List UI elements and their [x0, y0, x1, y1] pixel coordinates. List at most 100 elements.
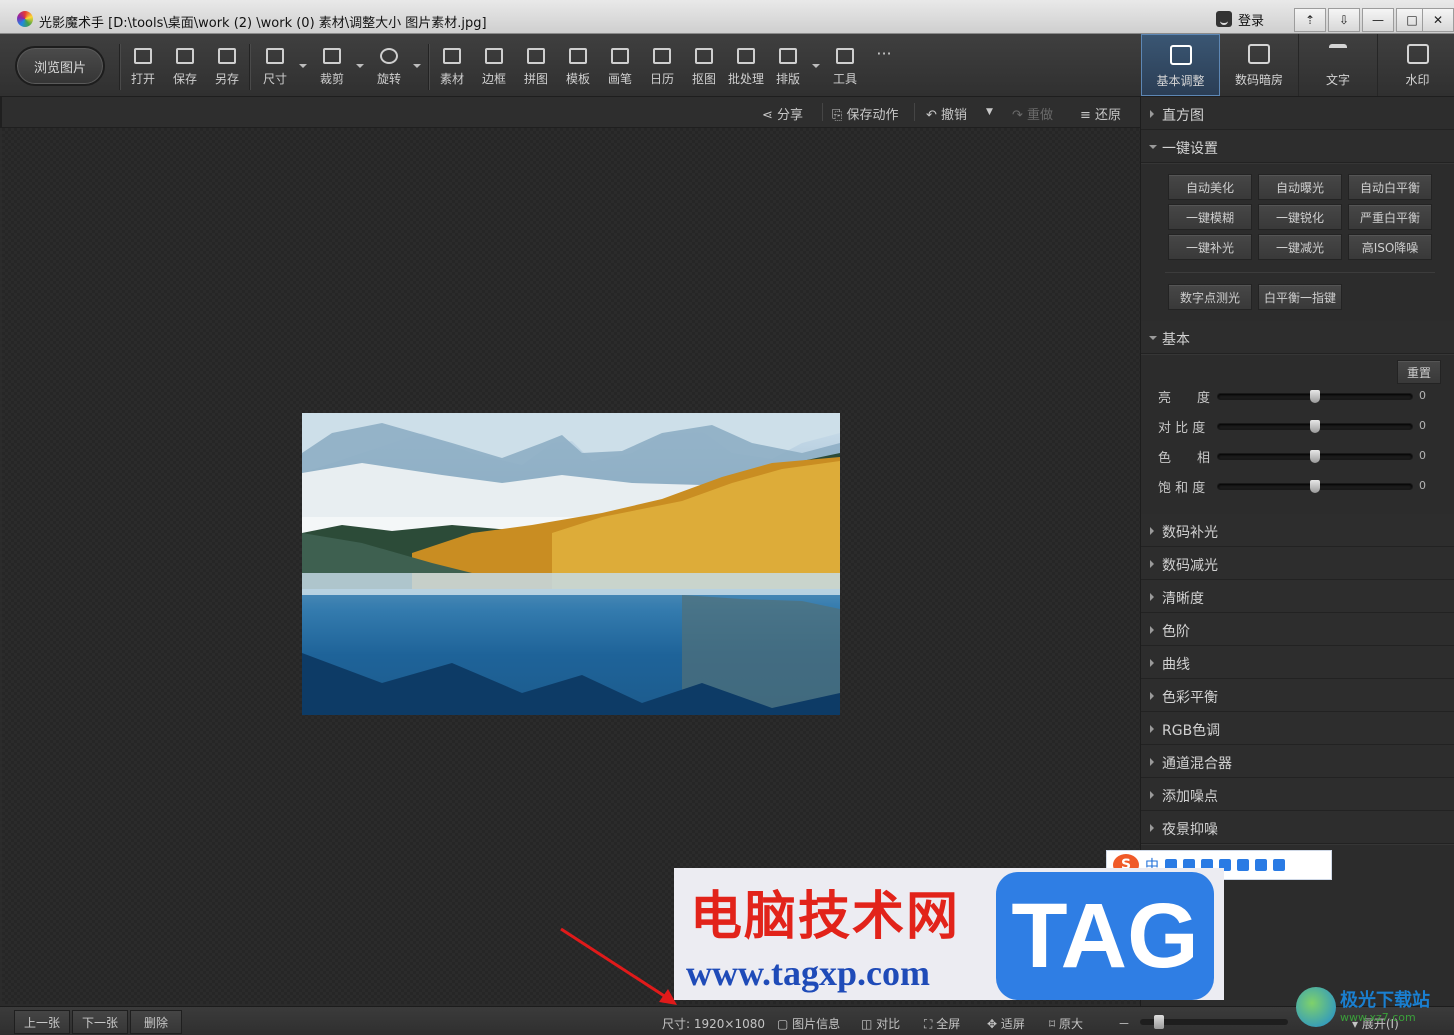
white-balance-picker-button[interactable]: 白平衡一指键 — [1258, 284, 1342, 310]
section-digital-reduce-light[interactable]: 数码减光 — [1141, 547, 1454, 580]
rotate-dropdown-icon[interactable] — [413, 64, 421, 68]
close-button[interactable]: ✕ — [1422, 8, 1454, 32]
save-button[interactable]: 保存 — [165, 48, 205, 88]
reset-button[interactable]: 重置 — [1397, 360, 1441, 384]
material-button[interactable]: 素材 — [432, 48, 472, 88]
saturation-slider[interactable] — [1217, 480, 1413, 493]
section-color-balance[interactable]: 色彩平衡 — [1141, 679, 1454, 712]
section-histogram[interactable]: 直方图 — [1141, 97, 1454, 130]
resize-dropdown-icon[interactable] — [299, 64, 307, 68]
one-click-blur-button[interactable]: 一键模糊 — [1168, 204, 1252, 230]
calendar-button[interactable]: 日历 — [642, 48, 682, 88]
compare-label: 对比 — [876, 1017, 901, 1031]
collage-button[interactable]: 拼图 — [516, 48, 556, 88]
prev-image-button[interactable]: 上一张 — [14, 1010, 70, 1034]
section-one-click[interactable]: 一键设置 — [1141, 130, 1454, 163]
slider-thumb[interactable] — [1310, 450, 1320, 463]
batch-label: 批处理 — [727, 72, 764, 86]
brush-button[interactable]: 画笔 — [600, 48, 640, 88]
one-click-reduce-light-button[interactable]: 一键减光 — [1258, 234, 1342, 260]
section-clarity[interactable]: 清晰度 — [1141, 580, 1454, 613]
section-digital-fill-light[interactable]: 数码补光 — [1141, 514, 1454, 547]
slider-thumb[interactable] — [1310, 480, 1320, 493]
cutout-button[interactable]: 抠图 — [684, 48, 724, 88]
redo-button[interactable]: ↷ 重做 — [1012, 104, 1053, 123]
section-rgb-tone[interactable]: RGB色调 — [1141, 712, 1454, 745]
tools-button[interactable]: 工具 — [825, 48, 865, 88]
slider-thumb[interactable] — [1310, 390, 1320, 403]
zoom-out-button[interactable]: － — [1118, 1015, 1130, 1032]
undo-button[interactable]: ↶ 撤销 — [926, 104, 967, 123]
one-click-sharpen-button[interactable]: 一键锐化 — [1258, 204, 1342, 230]
tab-basic-adjust[interactable]: 基本调整 — [1141, 34, 1220, 96]
original-size-button[interactable]: ⌑ 原大 — [1049, 1015, 1083, 1032]
zoom-slider[interactable] — [1140, 1015, 1288, 1029]
skin-button[interactable]: ⇡ — [1294, 8, 1326, 32]
restore-button[interactable]: ≡ 还原 — [1080, 104, 1121, 123]
spot-metering-button[interactable]: 数字点测光 — [1168, 284, 1252, 310]
high-iso-denoise-button[interactable]: 高ISO降噪 — [1348, 234, 1432, 260]
game-icon[interactable] — [1237, 859, 1249, 871]
layout-button[interactable]: 排版 — [768, 48, 808, 88]
restore-label: 还原 — [1095, 108, 1122, 123]
browse-images-button[interactable]: 浏览图片 — [15, 46, 105, 86]
cutout-icon — [695, 48, 713, 64]
open-button[interactable]: 打开 — [123, 48, 163, 88]
fullscreen-button[interactable]: ⛶ 全屏 — [924, 1015, 960, 1032]
section-channel-mixer[interactable]: 通道混合器 — [1141, 745, 1454, 778]
zoom-slider-thumb[interactable] — [1153, 1015, 1164, 1029]
calendar-icon — [653, 48, 671, 64]
compare-button[interactable]: ◫ 对比 — [861, 1015, 900, 1032]
fullscreen-icon: ⛶ — [924, 1017, 937, 1031]
tab-watermark[interactable]: 水印 — [1378, 34, 1454, 96]
brightness-slider[interactable] — [1217, 390, 1413, 403]
menu-button[interactable]: ⇩ — [1328, 8, 1360, 32]
restore-icon: ≡ — [1080, 108, 1096, 123]
image-info-button[interactable]: ▢ 图片信息 — [777, 1015, 840, 1032]
crop-dropdown-icon[interactable] — [356, 64, 364, 68]
expand-arrow-icon — [1150, 692, 1154, 700]
hue-slider[interactable] — [1217, 450, 1413, 463]
auto-enhance-button[interactable]: 自动美化 — [1168, 174, 1252, 200]
border-button[interactable]: 边框 — [474, 48, 514, 88]
layout-dropdown-icon[interactable] — [812, 64, 820, 68]
tab-text[interactable]: 文字 — [1299, 34, 1378, 96]
auto-exposure-button[interactable]: 自动曝光 — [1258, 174, 1342, 200]
share-button[interactable]: ⋖ 分享 — [762, 104, 803, 123]
resize-button[interactable]: 尺寸 — [255, 48, 295, 88]
section-title: 曲线 — [1162, 657, 1190, 673]
section-night-denoise[interactable]: 夜景抑噪 — [1141, 811, 1454, 844]
save-as-icon — [218, 48, 236, 64]
one-click-fill-light-button[interactable]: 一键补光 — [1168, 234, 1252, 260]
crop-button[interactable]: 裁剪 — [312, 48, 352, 88]
next-image-button[interactable]: 下一张 — [72, 1010, 128, 1034]
section-basic[interactable]: 基本 — [1141, 321, 1454, 354]
settings-icon[interactable] — [1273, 859, 1285, 871]
slider-thumb[interactable] — [1310, 420, 1320, 433]
section-title: 清晰度 — [1162, 591, 1204, 607]
tab-darkroom[interactable]: 数码暗房 — [1220, 34, 1299, 96]
more-tools-button[interactable]: ··· — [864, 44, 904, 84]
template-button[interactable]: 模板 — [558, 48, 598, 88]
delete-image-button[interactable]: 删除 — [130, 1010, 182, 1034]
section-add-noise[interactable]: 添加噪点 — [1141, 778, 1454, 811]
auto-white-balance-button[interactable]: 自动白平衡 — [1348, 174, 1432, 200]
rotate-button[interactable]: 旋转 — [369, 48, 409, 88]
severe-white-balance-button[interactable]: 严重白平衡 — [1348, 204, 1432, 230]
site-url: www.xz7.com — [1340, 1010, 1416, 1024]
section-title: 一键设置 — [1162, 141, 1218, 157]
contrast-slider[interactable] — [1217, 420, 1413, 433]
action-divider — [822, 103, 823, 121]
save-as-button[interactable]: 另存 — [207, 48, 247, 88]
fit-screen-button[interactable]: ✥ 适屏 — [987, 1015, 1025, 1032]
save-action-button[interactable]: ⎘ 保存动作 — [832, 104, 899, 123]
contrast-value: 0 — [1419, 419, 1426, 432]
section-curves[interactable]: 曲线 — [1141, 646, 1454, 679]
collage-label: 拼图 — [523, 72, 548, 86]
minimize-button[interactable]: — — [1362, 8, 1394, 32]
undo-dropdown-icon[interactable]: ▼ — [986, 107, 993, 117]
login-button[interactable]: 登录 — [1216, 8, 1264, 30]
section-levels[interactable]: 色阶 — [1141, 613, 1454, 646]
batch-button[interactable]: 批处理 — [726, 48, 766, 88]
toolbox-icon[interactable] — [1255, 859, 1267, 871]
